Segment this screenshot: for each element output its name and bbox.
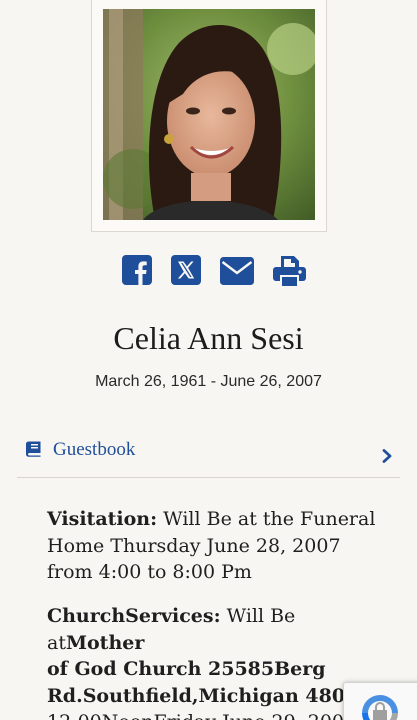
facebook-icon[interactable] <box>122 255 152 289</box>
portrait-frame <box>91 0 327 232</box>
deceased-name: Celia Ann Sesi <box>113 320 304 356</box>
guestbook-label: Guestbook <box>53 439 136 460</box>
visitation-paragraph: Visitation: Will Be at the Funeral Home … <box>47 506 397 586</box>
print-icon[interactable] <box>273 255 306 289</box>
share-toolbar <box>0 255 417 291</box>
visitation-line-2: Home Thursday June 28, 2007 <box>47 534 341 557</box>
guestbook-link[interactable]: Guestbook <box>17 428 400 478</box>
visitation-line-1: Will Be at the Funeral <box>157 508 376 530</box>
church-services-time: 12:00NoonFriday June 29, 200 <box>47 711 344 720</box>
church-place-line-3: Rd.Southfield,Michigan 48034 <box>47 684 372 707</box>
recaptcha-icon <box>358 691 402 720</box>
church-services-label: ChurchServices: <box>47 605 221 627</box>
recaptcha-badge[interactable] <box>343 682 417 720</box>
chevron-right-icon <box>382 448 392 467</box>
church-place-line-2: of God Church 25585Berg <box>47 658 326 680</box>
email-icon[interactable] <box>220 255 254 289</box>
portrait-photo <box>103 9 315 220</box>
visitation-label: Visitation: <box>47 508 158 530</box>
x-twitter-icon[interactable] <box>171 255 201 289</box>
life-dates: March 26, 1961 - June 26, 2007 <box>95 373 322 390</box>
church-place-line-1: Mother <box>65 631 145 654</box>
book-icon <box>25 441 41 461</box>
obituary-page: Celia Ann Sesi March 26, 1961 - June 26,… <box>0 0 417 720</box>
visitation-line-3: from 4:00 to 8:00 Pm <box>47 561 252 583</box>
